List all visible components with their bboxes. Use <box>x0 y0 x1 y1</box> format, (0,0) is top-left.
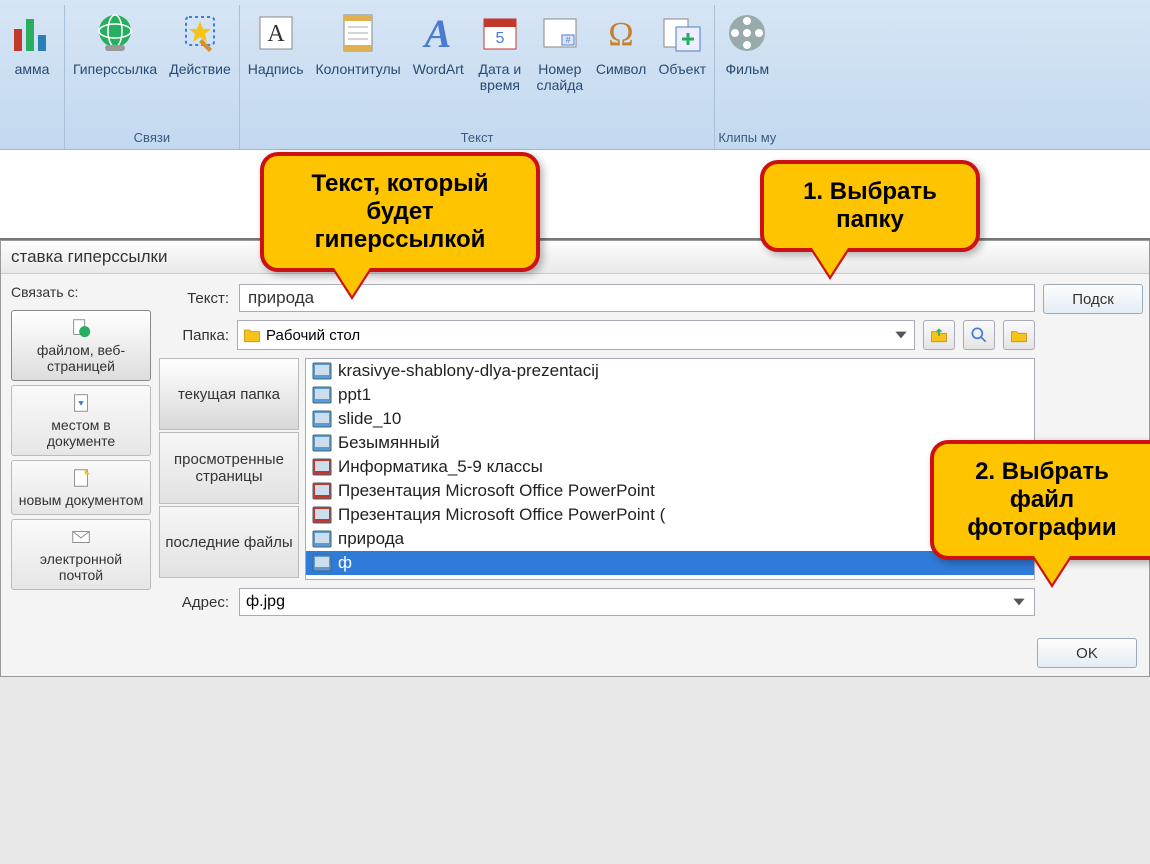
email-icon <box>70 526 92 548</box>
search-icon <box>969 325 989 345</box>
link-to-column: Связать с: файлом, веб-страницей местом … <box>11 284 151 616</box>
ribbon-group-links: Гиперссылка Действие Связи <box>65 5 240 149</box>
svg-text:Ω: Ω <box>608 16 633 53</box>
globe-icon <box>91 9 139 57</box>
callout-choose-file: 2. Выбрать файл фотографии <box>930 440 1150 560</box>
ppt-file-icon <box>312 482 332 500</box>
link-to-label: Связать с: <box>11 284 151 300</box>
chevron-down-icon <box>892 326 910 344</box>
link-new-doc-button[interactable]: новым документом <box>11 460 151 515</box>
file-item[interactable]: slide_10 <box>306 407 1034 431</box>
ribbon-datetime-button[interactable]: 5 Дата и время <box>470 5 530 126</box>
object-icon <box>658 9 706 57</box>
ok-button[interactable]: OK <box>1037 638 1137 668</box>
browse-web-button[interactable] <box>963 320 995 350</box>
ppt-file-icon <box>312 506 332 524</box>
folder-combo[interactable]: Рабочий стол <box>237 320 915 350</box>
image-file-icon <box>312 362 332 380</box>
file-item[interactable]: Презентация Microsoft Office PowerPoint … <box>306 503 1034 527</box>
address-combo[interactable]: ф.jpg <box>239 588 1035 616</box>
image-file-icon <box>312 530 332 548</box>
ribbon-group-partial: амма <box>0 5 65 149</box>
file-item[interactable]: krasivye-shablony-dlya-prezentacij <box>306 359 1034 383</box>
file-item[interactable]: ppt1 <box>306 383 1034 407</box>
address-label: Адрес: <box>159 594 229 611</box>
ribbon-movie-button[interactable]: Фильм <box>717 5 777 126</box>
image-file-icon <box>312 410 332 428</box>
chevron-down-icon <box>1010 593 1028 611</box>
file-item[interactable]: Презентация Microsoft Office PowerPoint <box>306 479 1034 503</box>
dialog-title: ставка гиперссылки <box>1 241 1149 274</box>
dialog-main-column: Текст: Папка: Рабочий стол текущая папка… <box>159 284 1035 616</box>
callout-choose-folder: 1. Выбрать папку <box>760 160 980 252</box>
new-doc-icon <box>70 467 92 489</box>
tab-recent-files[interactable]: последние файлы <box>159 506 299 578</box>
datetime-icon: 5 <box>476 9 524 57</box>
tab-current-folder[interactable]: текущая папка <box>159 358 299 430</box>
folder-up-button[interactable] <box>923 320 955 350</box>
chart-icon <box>8 9 56 57</box>
file-item[interactable]: ф <box>306 551 1034 575</box>
ribbon: амма Гиперссылка Действие Связи A Надпис… <box>0 0 1150 150</box>
file-web-icon <box>70 317 92 339</box>
image-file-icon <box>312 386 332 404</box>
tab-browsed-pages[interactable]: просмотренные страницы <box>159 432 299 504</box>
ribbon-headerfooter-button[interactable]: Колонтитулы <box>310 5 407 126</box>
ribbon-chart-button[interactable]: амма <box>2 5 62 141</box>
text-label: Текст: <box>159 290 229 307</box>
link-email-button[interactable]: электронной почтой <box>11 519 151 590</box>
ribbon-slidenumber-button[interactable]: # Номер слайда <box>530 5 590 126</box>
folder-label: Папка: <box>159 327 229 344</box>
ribbon-action-button[interactable]: Действие <box>163 5 237 126</box>
wordart-icon: A <box>414 9 462 57</box>
omega-icon: Ω <box>597 9 645 57</box>
ribbon-textbox-button[interactable]: A Надпись <box>242 5 310 126</box>
ribbon-wordart-button[interactable]: A WordArt <box>407 5 470 126</box>
ribbon-group-text: A Надпись Колонтитулы A WordArt 5 Дата и… <box>240 5 716 149</box>
ribbon-group-clips: Фильм Клипы му <box>715 5 779 149</box>
link-place-button[interactable]: местом в документе <box>11 385 151 456</box>
svg-text:5: 5 <box>495 30 504 47</box>
file-item[interactable]: Безымянный <box>306 431 1034 455</box>
textbox-icon: A <box>252 9 300 57</box>
svg-text:A: A <box>267 21 285 47</box>
screentip-button[interactable]: Подск <box>1043 284 1143 314</box>
ribbon-hyperlink-button[interactable]: Гиперссылка <box>67 5 163 126</box>
slidenumber-icon: # <box>536 9 584 57</box>
headerfooter-icon <box>334 9 382 57</box>
browse-tabs: текущая папка просмотренные страницы пос… <box>159 358 299 580</box>
place-in-doc-icon <box>70 392 92 414</box>
svg-text:A: A <box>422 11 452 56</box>
image-file-icon <box>312 554 332 572</box>
folder-up-icon <box>929 325 949 345</box>
film-reel-icon <box>723 9 771 57</box>
ribbon-symbol-button[interactable]: Ω Символ <box>590 5 652 126</box>
svg-text:#: # <box>565 35 570 45</box>
ribbon-object-button[interactable]: Объект <box>652 5 712 126</box>
star-cursor-icon <box>176 9 224 57</box>
open-folder-icon <box>1009 325 1029 345</box>
ppt-file-icon <box>312 458 332 476</box>
link-file-web-button[interactable]: файлом, веб-страницей <box>11 310 151 381</box>
folder-icon <box>242 325 262 345</box>
file-list[interactable]: krasivye-shablony-dlya-prezentacijppt1sl… <box>305 358 1035 580</box>
file-item[interactable]: Информатика_5-9 классы <box>306 455 1034 479</box>
browse-file-button[interactable] <box>1003 320 1035 350</box>
image-file-icon <box>312 434 332 452</box>
file-item[interactable]: природа <box>306 527 1034 551</box>
callout-hyperlink-text: Текст, который будет гиперссылкой <box>260 152 540 272</box>
